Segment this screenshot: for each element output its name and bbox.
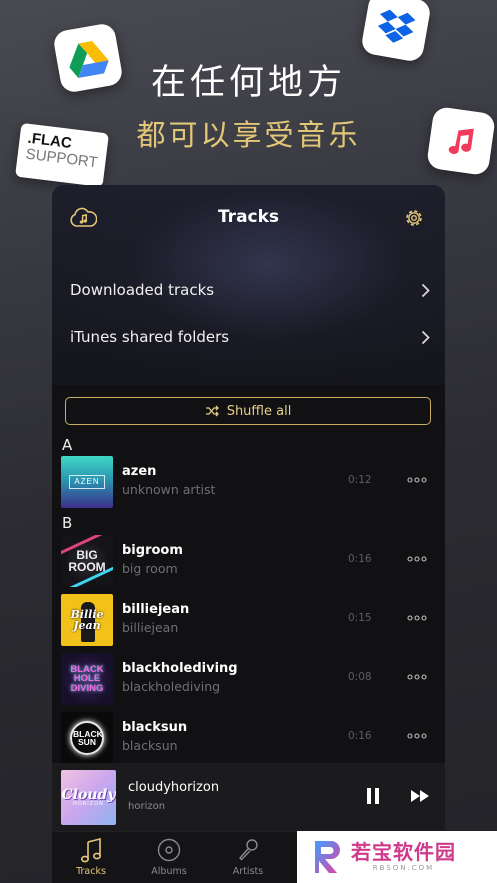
flac-support-badge: .FLAC SUPPORT <box>15 122 109 188</box>
more-options-button[interactable] <box>402 728 432 744</box>
disc-icon <box>157 838 181 862</box>
chevron-right-icon <box>421 329 431 345</box>
cover-text: BLACK HOLE DIVING <box>70 663 104 694</box>
app-screen: Tracks Downloaded tracks iTunes shared f… <box>52 185 445 883</box>
gear-icon <box>406 210 422 226</box>
now-playing-bar[interactable]: Cloudy HORIZON cloudyhorizon horizon <box>52 763 445 831</box>
menu-downloaded-tracks[interactable]: Downloaded tracks <box>70 276 431 304</box>
album-cover: BLACK HOLE DIVING <box>61 653 113 705</box>
track-duration: 0:12 <box>348 474 372 486</box>
next-track-button[interactable] <box>408 785 432 807</box>
more-options-button[interactable] <box>402 551 432 567</box>
more-options-button[interactable] <box>402 472 432 488</box>
watermark-subtext: RBSON.COM <box>372 864 435 872</box>
tab-artists[interactable]: Artists <box>209 836 287 882</box>
watermark-logo: 若宝软件园 RBSON.COM <box>297 831 497 883</box>
tab-label: Albums <box>151 866 187 877</box>
cover-text: BIG ROOM <box>68 548 106 574</box>
tab-albums[interactable]: Albums <box>130 836 208 882</box>
track-artist: blackholediving <box>122 679 221 694</box>
shuffle-icon <box>205 405 219 417</box>
track-row[interactable]: AZEN azen unknown artist 0:12 <box>61 456 439 508</box>
track-artist: big room <box>122 561 178 576</box>
track-row[interactable]: BLACK HOLE DIVING blackholediving blackh… <box>61 653 439 705</box>
pause-button[interactable] <box>362 785 384 807</box>
album-cover: BIG ROOM <box>61 535 113 587</box>
track-duration: 0:15 <box>348 612 372 624</box>
now-playing-artist: horizon <box>128 801 166 812</box>
track-artist: blacksun <box>122 738 178 753</box>
microphone-icon <box>239 839 258 861</box>
pause-icon <box>367 788 379 804</box>
track-artist: unknown artist <box>122 482 216 497</box>
watermark-text: 若宝软件园 <box>351 840 456 864</box>
track-title: blacksun <box>122 720 188 735</box>
more-options-button[interactable] <box>402 610 432 626</box>
shuffle-label: Shuffle all <box>226 403 292 419</box>
album-cover: Billie Jean <box>61 594 113 646</box>
track-duration: 0:08 <box>348 671 372 683</box>
more-icon <box>407 674 427 680</box>
dropbox-icon <box>360 0 432 63</box>
menu-itunes-shared-folders[interactable]: iTunes shared folders <box>70 323 431 351</box>
shuffle-all-button[interactable]: Shuffle all <box>65 397 431 425</box>
track-row[interactable]: BLACK SUN blacksun blacksun 0:16 <box>61 712 439 764</box>
music-note-icon <box>80 837 102 863</box>
apple-music-icon <box>425 105 497 177</box>
track-duration: 0:16 <box>348 553 372 565</box>
page-title: Tracks <box>217 207 280 227</box>
now-playing-cover: Cloudy HORIZON <box>61 770 116 825</box>
track-title: azen <box>122 464 157 479</box>
track-row[interactable]: Billie Jean billiejean billiejean 0:15 <box>61 594 439 646</box>
more-icon <box>407 615 427 621</box>
menu-label: iTunes shared folders <box>70 328 230 346</box>
cover-text: AZEN <box>69 475 105 489</box>
cover-text: Billie Jean <box>70 608 104 632</box>
tab-label: Artists <box>232 866 264 877</box>
cover-text: BLACK SUN <box>73 728 103 747</box>
more-icon <box>407 733 427 739</box>
chevron-right-icon <box>421 282 431 298</box>
google-drive-icon <box>52 22 124 94</box>
more-icon <box>407 556 427 562</box>
more-icon <box>407 477 427 483</box>
settings-button[interactable] <box>401 205 427 231</box>
track-title: billiejean <box>122 602 190 617</box>
fast-forward-icon <box>411 790 429 802</box>
tab-tracks[interactable]: Tracks <box>52 836 130 882</box>
section-header: B <box>62 514 73 532</box>
track-artist: billiejean <box>122 620 179 635</box>
album-cover: BLACK SUN <box>61 712 113 764</box>
now-playing-title: cloudyhorizon <box>128 780 220 795</box>
cover-text: Cloudy <box>61 787 116 803</box>
track-row[interactable]: BIG ROOM bigroom big room 0:16 <box>61 535 439 587</box>
track-title: bigroom <box>122 543 183 558</box>
more-options-button[interactable] <box>402 669 432 685</box>
menu-label: Downloaded tracks <box>70 281 215 299</box>
section-header: A <box>62 436 73 454</box>
track-duration: 0:16 <box>348 730 372 742</box>
album-cover: AZEN <box>61 456 113 508</box>
watermark-icon <box>313 839 343 875</box>
tab-label: Tracks <box>76 866 106 877</box>
track-title: blackholediving <box>122 661 238 676</box>
